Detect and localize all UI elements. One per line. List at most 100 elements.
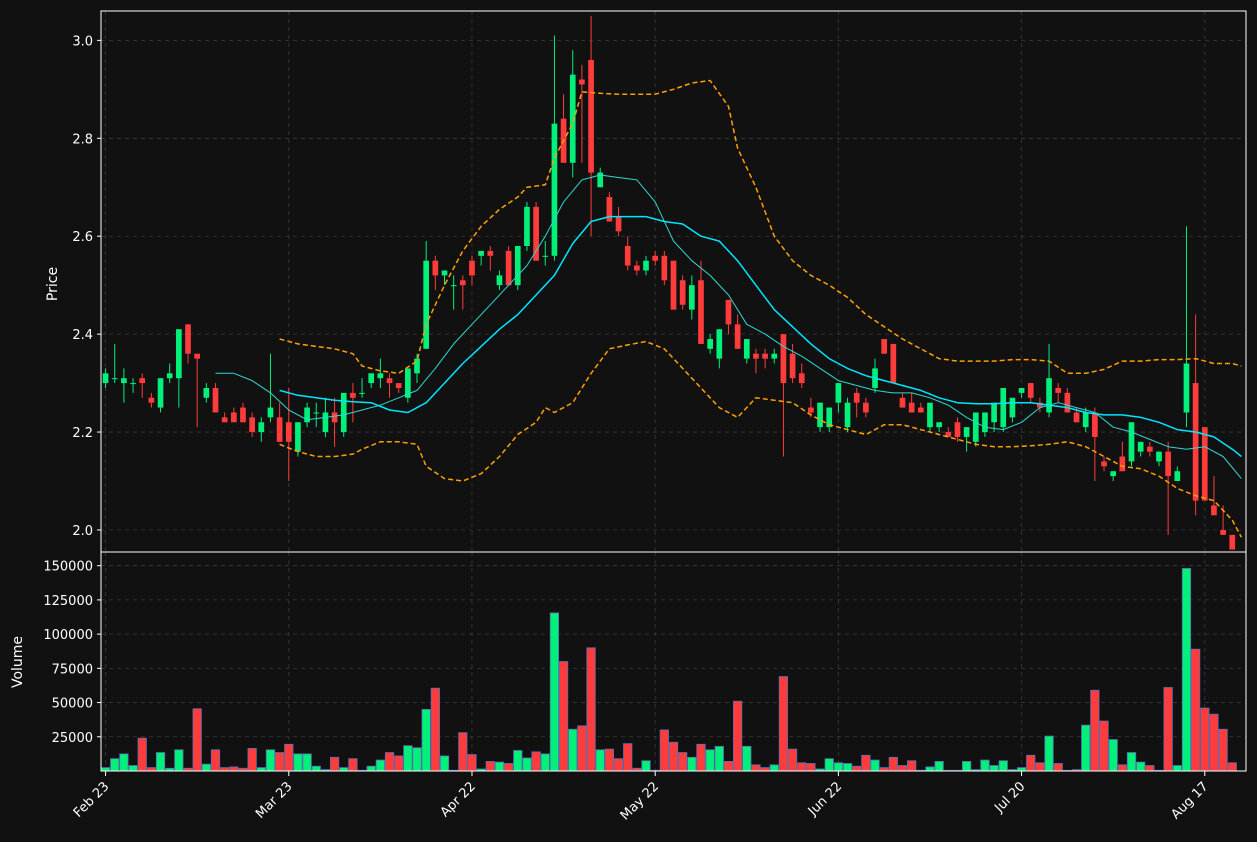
candle-body <box>1018 387 1025 393</box>
candle-body <box>679 280 686 305</box>
volume-bar <box>100 767 111 772</box>
volume-bar <box>531 751 541 772</box>
price-tick-label: 2.2 <box>72 426 93 441</box>
candle-body <box>249 417 255 433</box>
candle-body <box>368 373 375 384</box>
candle-body <box>634 265 640 271</box>
volume-bar <box>861 754 871 772</box>
volume-bar <box>1181 568 1192 772</box>
candle-body <box>588 59 594 173</box>
candle-body <box>743 339 750 359</box>
candle-body <box>1082 412 1089 428</box>
candle-body <box>963 427 970 437</box>
volume-bar <box>384 752 395 772</box>
volume-bar <box>1090 689 1100 772</box>
candle-body <box>881 339 888 354</box>
candle-body <box>982 412 988 433</box>
volume-bar <box>1016 767 1027 772</box>
candle-body <box>643 260 649 271</box>
volume-bar <box>412 747 422 772</box>
candle-body <box>954 422 961 437</box>
volume-bar <box>467 754 477 772</box>
candle-body <box>1055 387 1062 393</box>
volume-bar <box>842 763 853 772</box>
volume-bar <box>430 687 440 772</box>
volume-bar <box>155 752 166 772</box>
volume-tick-label: 150000 <box>43 560 93 575</box>
volume-bar <box>659 729 669 772</box>
candle-body <box>322 412 329 433</box>
candle-body <box>130 383 136 385</box>
candle-body <box>331 412 338 423</box>
volume-bar <box>549 612 560 772</box>
candle-body <box>780 334 787 384</box>
candle-body <box>991 402 997 423</box>
volume-bar <box>714 745 724 772</box>
volume-bar <box>833 762 843 772</box>
candle-body <box>139 378 146 384</box>
volume-bar <box>1053 763 1063 772</box>
candle-body <box>185 324 191 354</box>
volume-bar <box>723 761 734 772</box>
volume-bar <box>146 767 156 772</box>
candle-body <box>441 270 448 276</box>
candle-body <box>395 383 402 388</box>
volume-tick-label: 100000 <box>43 628 93 643</box>
volume-bar <box>668 741 679 772</box>
candle-body <box>698 280 704 344</box>
volume-bar <box>256 767 266 772</box>
volume-bar <box>888 756 898 772</box>
candle-body <box>148 397 155 403</box>
candle-body <box>496 275 503 286</box>
candle-body <box>450 285 457 287</box>
candle-body <box>835 383 842 403</box>
volume-bar <box>220 767 230 772</box>
volume-bar <box>705 749 715 772</box>
candle-body <box>1027 383 1034 398</box>
volume-tick-label: 50000 <box>52 697 93 712</box>
volume-bar <box>119 753 129 772</box>
candle-body <box>514 246 521 286</box>
volume-bar <box>366 765 376 772</box>
candle-body <box>1156 451 1162 462</box>
candle-body <box>652 255 659 261</box>
volume-bar <box>623 743 633 772</box>
volume-bar <box>1209 713 1219 772</box>
candle-body <box>927 402 933 428</box>
candle-body <box>615 216 622 232</box>
candle-body <box>661 255 668 281</box>
volume-bar <box>604 748 614 772</box>
volume-bar <box>778 676 789 772</box>
volume-bar <box>1218 728 1228 772</box>
volume-bar <box>989 765 999 772</box>
volume-bar <box>751 764 761 772</box>
candle-body <box>423 260 430 349</box>
candle-body <box>1009 397 1016 418</box>
candle-body <box>1128 422 1135 462</box>
volume-bar <box>494 761 505 772</box>
volume-bar <box>1035 762 1045 772</box>
candle-body <box>1137 441 1144 452</box>
candle-body <box>295 422 301 452</box>
candle-body <box>267 407 274 418</box>
candle-body <box>1174 471 1181 482</box>
volume-bar <box>962 761 972 772</box>
candle-body <box>624 246 631 266</box>
candle-body <box>670 260 677 310</box>
volume-bar <box>1126 752 1137 772</box>
volume-bar <box>1108 739 1118 772</box>
volume-bar <box>137 737 147 772</box>
volume-bar <box>339 767 349 772</box>
candle-body <box>166 373 173 379</box>
candle-body <box>863 402 869 413</box>
volume-bar <box>485 761 495 772</box>
volume-bar <box>247 748 257 772</box>
candle-body <box>212 387 219 413</box>
volume-bar <box>934 761 944 772</box>
candle-body <box>459 280 466 286</box>
candle-body <box>1183 363 1190 413</box>
candle-body <box>808 407 814 413</box>
volume-bar <box>1117 764 1127 772</box>
volume-bar <box>540 753 550 772</box>
candle-body <box>725 299 732 325</box>
